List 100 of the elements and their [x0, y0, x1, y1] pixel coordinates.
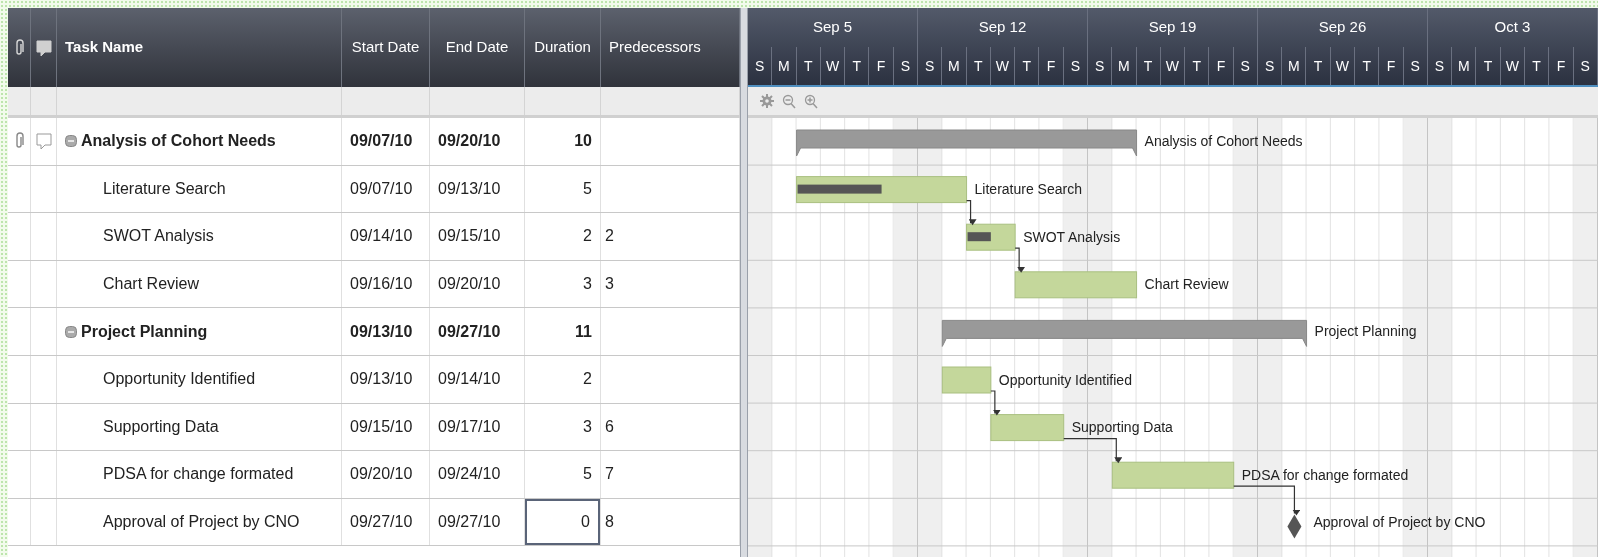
- day-label: F: [1386, 56, 1396, 76]
- day-label: S: [1264, 56, 1275, 76]
- end-date-cell-text: 09/27/10: [438, 321, 501, 342]
- predecessors-cell-text: 6: [605, 416, 614, 437]
- week-label: Sep 12: [978, 17, 1027, 38]
- task-name-cell-text: Project Planning: [81, 321, 208, 342]
- task-name-header[interactable]: Task Name: [65, 36, 144, 59]
- duration-cell-text: 2: [582, 369, 593, 390]
- week-label: Sep 19: [1148, 17, 1197, 38]
- start-date-cell-text: 09/07/10: [350, 178, 413, 199]
- bar-label: Supporting Data: [1071, 419, 1173, 436]
- week-label: Sep 26: [1318, 17, 1367, 38]
- day-label: F: [1556, 56, 1566, 76]
- day-label: F: [876, 56, 886, 76]
- day-label: T: [1313, 56, 1323, 76]
- collapse-icon[interactable]: [65, 325, 77, 338]
- day-label: T: [1143, 56, 1153, 76]
- day-label: T: [1362, 56, 1371, 76]
- splitter-bar[interactable]: [740, 8, 748, 557]
- bar-label: Analysis of Cohort Needs: [1144, 132, 1303, 149]
- task-name-cell-text: Chart Review: [103, 274, 200, 295]
- day-label: M: [1118, 56, 1130, 76]
- zoom-out-icon[interactable]: [782, 93, 796, 109]
- end-date-cell-text: 09/24/10: [438, 464, 501, 485]
- predecessors-cell-text: 7: [605, 464, 614, 485]
- bar-label: SWOT Analysis: [1023, 228, 1121, 245]
- day-label: T: [1022, 56, 1031, 76]
- day-label: M: [778, 56, 790, 76]
- bar-label: Project Planning: [1314, 322, 1417, 339]
- paperclip-icon: [14, 38, 24, 57]
- start-date-cell-text: 09/14/10: [350, 226, 413, 247]
- day-label: T: [803, 56, 813, 76]
- zoom-in-icon[interactable]: [804, 93, 818, 109]
- bar-label: Opportunity Identified: [998, 371, 1132, 388]
- end-date-cell-text: 09/14/10: [438, 369, 501, 390]
- day-label: M: [1457, 56, 1470, 76]
- end-date-cell-text: 09/20/10: [438, 274, 501, 295]
- dependency-arrow: [965, 200, 977, 226]
- start-date-cell-text: 09/15/10: [350, 416, 413, 437]
- task-name-cell-text: Approval of Project by CNO: [103, 512, 300, 533]
- duration-cell-text: 2: [582, 226, 593, 247]
- duration-cell-text: 3: [582, 416, 593, 437]
- day-label: F: [1046, 56, 1056, 76]
- day-label: W: [1165, 56, 1180, 76]
- start-date-header[interactable]: Start Date: [351, 36, 420, 59]
- end-date-cell-text: 09/13/10: [438, 178, 501, 199]
- task-name-cell-text: Literature Search: [103, 178, 226, 199]
- day-label: T: [1483, 56, 1493, 76]
- predecessors-cell-text: 8: [605, 512, 614, 533]
- summary-bar[interactable]: [796, 129, 1138, 157]
- duration-cell: 0: [525, 498, 600, 546]
- day-label: T: [1532, 56, 1541, 76]
- duration-cell-text: 10: [573, 131, 593, 152]
- dependency-arrow: [1014, 247, 1026, 273]
- paperclip-icon: [14, 132, 24, 151]
- start-date-cell-text: 09/07/10: [350, 131, 413, 152]
- day-label: T: [973, 56, 983, 76]
- day-label: S: [924, 56, 935, 76]
- day-label: W: [995, 56, 1010, 76]
- end-date-cell-text: 09/27/10: [438, 512, 501, 533]
- end-date-cell-text: 09/17/10: [438, 416, 501, 437]
- end-date-cell-text: 09/20/10: [438, 131, 501, 152]
- start-date-cell-text: 09/27/10: [350, 512, 413, 533]
- collapse-icon[interactable]: [65, 135, 77, 148]
- day-label: S: [1070, 56, 1080, 76]
- day-label: S: [1580, 56, 1590, 76]
- day-label: T: [852, 56, 862, 76]
- day-label: T: [1192, 56, 1201, 76]
- day-label: M: [948, 56, 960, 76]
- duration-cell-text: 5: [582, 464, 593, 485]
- speech-bubble-icon: [35, 132, 52, 151]
- day-label: S: [1410, 56, 1420, 76]
- week-label: Sep 5: [812, 17, 853, 38]
- gear-icon[interactable]: [760, 94, 774, 108]
- day-label: M: [1288, 56, 1300, 76]
- week-label: Oct 3: [1494, 17, 1531, 38]
- dependency-arrow: [990, 390, 1001, 416]
- day-label: S: [1434, 56, 1445, 76]
- bar-label: Approval of Project by CNO: [1313, 514, 1486, 531]
- summary-bar[interactable]: [941, 319, 1308, 347]
- day-label: S: [900, 56, 910, 76]
- end-date-header[interactable]: End Date: [445, 36, 509, 59]
- milestone-diamond[interactable]: [1287, 514, 1302, 539]
- day-label: S: [1094, 56, 1105, 76]
- day-label: S: [754, 56, 765, 76]
- duration-header[interactable]: Duration: [534, 36, 591, 59]
- task-name-cell-text: PDSA for change formated: [103, 464, 294, 485]
- day-label: W: [1335, 56, 1349, 76]
- start-date-cell-text: 09/20/10: [350, 464, 413, 485]
- start-date-cell-text: 09/16/10: [350, 274, 413, 295]
- day-label: S: [1240, 56, 1250, 76]
- bar-label: Literature Search: [974, 181, 1082, 198]
- duration-cell-text: 11: [574, 321, 593, 342]
- speech-bubble-icon: [35, 38, 52, 57]
- predecessors-header[interactable]: Predecessors: [609, 36, 701, 59]
- predecessors-cell-text: 2: [605, 226, 614, 247]
- start-date-cell-text: 09/13/10: [350, 369, 413, 390]
- day-label: W: [1505, 56, 1519, 76]
- dependency-arrow: [1063, 438, 1123, 464]
- task-name-cell-text: Supporting Data: [103, 416, 219, 437]
